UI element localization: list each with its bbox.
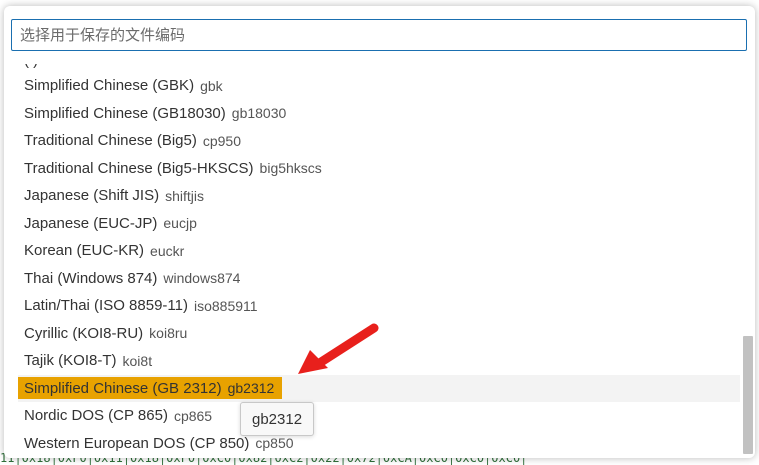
encoding-quick-pick: ( ) Simplified Chinese (GBK)gbkSimplifie… bbox=[4, 6, 755, 458]
encoding-item-id: cp950 bbox=[202, 132, 242, 149]
encoding-item[interactable]: Simplified Chinese (GBK) gbk bbox=[18, 72, 740, 99]
encoding-item-label: Traditional Chinese (Big5) bbox=[24, 132, 197, 149]
hover-tooltip: gb2312 bbox=[240, 402, 315, 436]
encoding-item-label: Nordic DOS (CP 865) bbox=[24, 407, 168, 424]
encoding-item-label: Western European DOS (CP 850) bbox=[24, 434, 250, 452]
partial-list-item[interactable]: ( ) bbox=[24, 64, 38, 72]
encoding-item-id: cp865 bbox=[173, 407, 213, 424]
encoding-item[interactable]: Nordic DOS (CP 865) cp865 bbox=[18, 402, 740, 429]
encoding-item-label: Traditional Chinese (Big5-HKSCS) bbox=[24, 159, 254, 177]
encoding-item-label: Simplified Chinese (GB18030) bbox=[24, 104, 226, 122]
encoding-item-selected[interactable]: Simplified Chinese (GB 2312) gb2312 bbox=[18, 374, 740, 402]
encoding-item[interactable]: Traditional Chinese (Big5-HKSCS) big5hksc… bbox=[18, 155, 740, 182]
encoding-item[interactable]: Korean (EUC-KR) euckr bbox=[18, 237, 740, 264]
encoding-item-label: Thai (Windows 874) bbox=[24, 269, 158, 287]
encoding-item-id: shiftjis bbox=[165, 187, 204, 204]
encoding-item-label: Korean (EUC-KR) bbox=[24, 242, 145, 259]
tooltip-text: gb2312 bbox=[252, 410, 303, 428]
encoding-item-label: Japanese (EUC-JP) bbox=[24, 214, 158, 232]
encoding-item-label: Latin/Thai (ISO 8859-11) bbox=[24, 297, 188, 314]
encoding-item[interactable]: Japanese (Shift JIS) shiftjis bbox=[18, 182, 740, 209]
encoding-item-id: euckr bbox=[150, 242, 185, 259]
encoding-list[interactable]: ( ) Simplified Chinese (GBK)gbkSimplifie… bbox=[4, 64, 755, 456]
encoding-item-label: Simplified Chinese (GB 2312) bbox=[24, 379, 222, 397]
encoding-item[interactable]: Latin/Thai (ISO 8859-11) iso885911 bbox=[18, 292, 740, 319]
encoding-item[interactable]: Japanese (EUC-JP) eucjp bbox=[18, 210, 740, 237]
encoding-item-id: iso885911 bbox=[193, 297, 258, 314]
encoding-item-id: gb2312 bbox=[227, 380, 275, 396]
encoding-item[interactable]: Simplified Chinese (GB18030) gb18030 bbox=[18, 100, 740, 127]
encoding-item-label: Simplified Chinese (GBK) bbox=[24, 77, 195, 94]
encoding-item-id: koi8t bbox=[122, 352, 153, 369]
encoding-item[interactable]: Traditional Chinese (Big5) cp950 bbox=[18, 127, 740, 154]
encoding-item-label: Cyrillic (KOI8-RU) bbox=[24, 324, 144, 342]
encoding-item[interactable]: Western European DOS (CP 850) cp850 bbox=[18, 430, 740, 457]
encoding-item-id: eucjp bbox=[163, 215, 197, 231]
encoding-item-label: Tajik (KOI8-T) bbox=[24, 352, 117, 369]
encoding-item-id: windows874 bbox=[163, 270, 241, 286]
encoding-item-id: koi8ru bbox=[149, 325, 188, 341]
list-scrollbar-thumb[interactable] bbox=[743, 336, 753, 454]
encoding-item-id: gb18030 bbox=[231, 105, 287, 121]
search-input-wrapper bbox=[11, 19, 747, 51]
encoding-item-id: gbk bbox=[200, 77, 223, 94]
encoding-search-input[interactable] bbox=[11, 19, 747, 51]
encoding-item-id: cp850 bbox=[255, 435, 294, 451]
encoding-item-id: big5hkscs bbox=[259, 160, 322, 176]
encoding-item-label: Japanese (Shift JIS) bbox=[24, 187, 160, 204]
red-arrow-annotation-icon bbox=[298, 323, 379, 374]
encoding-item[interactable]: Thai (Windows 874) windows874 bbox=[18, 265, 740, 292]
